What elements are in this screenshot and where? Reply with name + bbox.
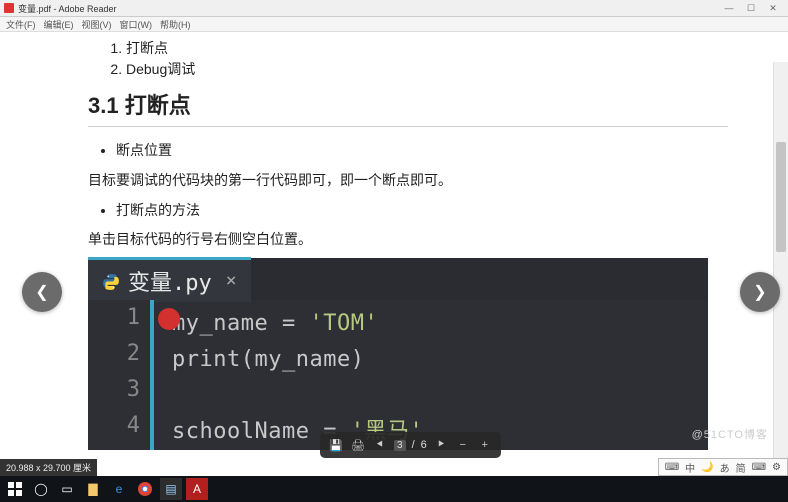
bullet-item: 断点位置: [116, 139, 728, 163]
numbered-list: 打断点 Debug调试: [126, 38, 728, 80]
reader-toolbar[interactable]: 💾 🖨 ⯇ 3 / 6 ⯈ − +: [320, 432, 501, 458]
tab-label: 变量.py: [128, 265, 212, 297]
ime-simp[interactable]: 简: [736, 460, 746, 475]
zoom-in-icon[interactable]: +: [477, 437, 493, 453]
vertical-scrollbar[interactable]: [773, 62, 788, 460]
print-icon[interactable]: 🖨: [350, 437, 366, 453]
code-lines: my_name = 'TOM' print(my_name) schoolNam…: [154, 300, 423, 450]
line-number: 4: [127, 413, 140, 438]
code-editor-screenshot: 变量.py × 1 2 3 4 my_name = 'TOM' print(my…: [88, 258, 708, 450]
line-number: 3: [127, 377, 140, 402]
line-number: 2: [127, 341, 140, 366]
prev-page-button[interactable]: ❮: [22, 272, 62, 312]
editor-tab[interactable]: 变量.py ×: [88, 257, 251, 302]
zoom-out-icon[interactable]: −: [455, 437, 471, 453]
taskbar[interactable]: ◯ ▭ ▇ e ▤ A: [0, 476, 788, 502]
ime-kana[interactable]: あ: [720, 460, 730, 475]
taskview-icon[interactable]: ▭: [56, 478, 78, 500]
title-bar: 变量.pdf - Adobe Reader — ☐ ✕: [0, 0, 788, 17]
ime-bar[interactable]: ⌨ 中 🌙 あ 简 ⌨ ⚙: [658, 458, 788, 476]
page-sep: /: [412, 439, 415, 451]
editor-tabs: 变量.py ×: [88, 258, 708, 300]
window-title: 变量.pdf - Adobe Reader: [18, 2, 117, 15]
menu-file[interactable]: 文件(F): [6, 18, 36, 31]
next-icon[interactable]: ⯈: [433, 437, 449, 453]
maximize-button[interactable]: ☐: [740, 3, 762, 14]
list-item: Debug调试: [126, 59, 728, 80]
menu-window[interactable]: 窗口(W): [120, 18, 153, 31]
watermark: @51CTO博客: [692, 426, 768, 442]
explorer-icon[interactable]: ▇: [82, 478, 104, 500]
python-icon: [102, 272, 120, 290]
chrome-icon[interactable]: [134, 478, 156, 500]
paragraph: 目标要调试的代码块的第一行代码即可，即一个断点即可。: [88, 169, 728, 193]
start-button[interactable]: [4, 478, 26, 500]
prev-icon[interactable]: ⯇: [372, 437, 388, 453]
paragraph: 单击目标代码的行号右侧空白位置。: [88, 228, 728, 252]
ime-mode[interactable]: 🌙: [701, 462, 713, 473]
close-button[interactable]: ✕: [762, 3, 784, 14]
ime-lang[interactable]: 中: [685, 460, 695, 475]
divider: [88, 126, 728, 127]
bullet-item: 打断点的方法: [116, 199, 728, 223]
code-body: 1 2 3 4 my_name = 'TOM' print(my_name) s…: [88, 300, 708, 450]
heading-3-1: 3.1 打断点: [88, 88, 728, 120]
next-page-button[interactable]: ❯: [740, 272, 780, 312]
save-icon[interactable]: 💾: [328, 437, 344, 453]
ime-pad[interactable]: ⌨: [752, 462, 766, 473]
gutter[interactable]: 1 2 3 4: [88, 300, 154, 450]
close-icon[interactable]: ×: [226, 270, 237, 291]
adobe-reader-icon[interactable]: A: [186, 478, 208, 500]
document-viewport: 打断点 Debug调试 3.1 打断点 断点位置 目标要调试的代码块的第一行代码…: [0, 32, 788, 502]
line-number: 1: [127, 305, 140, 330]
code-line: print(my_name): [172, 342, 423, 378]
scrollbar-thumb[interactable]: [776, 142, 786, 252]
page-current[interactable]: 3: [394, 440, 406, 451]
minimize-button[interactable]: —: [718, 3, 740, 13]
app-icon[interactable]: ▤: [160, 478, 182, 500]
menu-help[interactable]: 帮助(H): [160, 18, 191, 31]
menu-edit[interactable]: 编辑(E): [44, 18, 74, 31]
ime-settings[interactable]: ⚙: [772, 462, 781, 473]
menu-bar: 文件(F) 编辑(E) 视图(V) 窗口(W) 帮助(H): [0, 17, 788, 32]
search-icon[interactable]: ◯: [30, 478, 52, 500]
edge-icon[interactable]: e: [108, 478, 130, 500]
bullet-list: 打断点的方法: [116, 199, 728, 223]
menu-view[interactable]: 视图(V): [82, 18, 112, 31]
status-coords: 20.988 x 29.700 厘米: [0, 459, 97, 476]
bullet-list: 断点位置: [116, 139, 728, 163]
app-icon: [4, 3, 14, 13]
page-total: 6: [421, 439, 427, 451]
ime-icon[interactable]: ⌨: [665, 462, 679, 473]
code-line: [172, 378, 423, 414]
list-item: 打断点: [126, 38, 728, 59]
code-line: my_name = 'TOM': [172, 306, 423, 342]
